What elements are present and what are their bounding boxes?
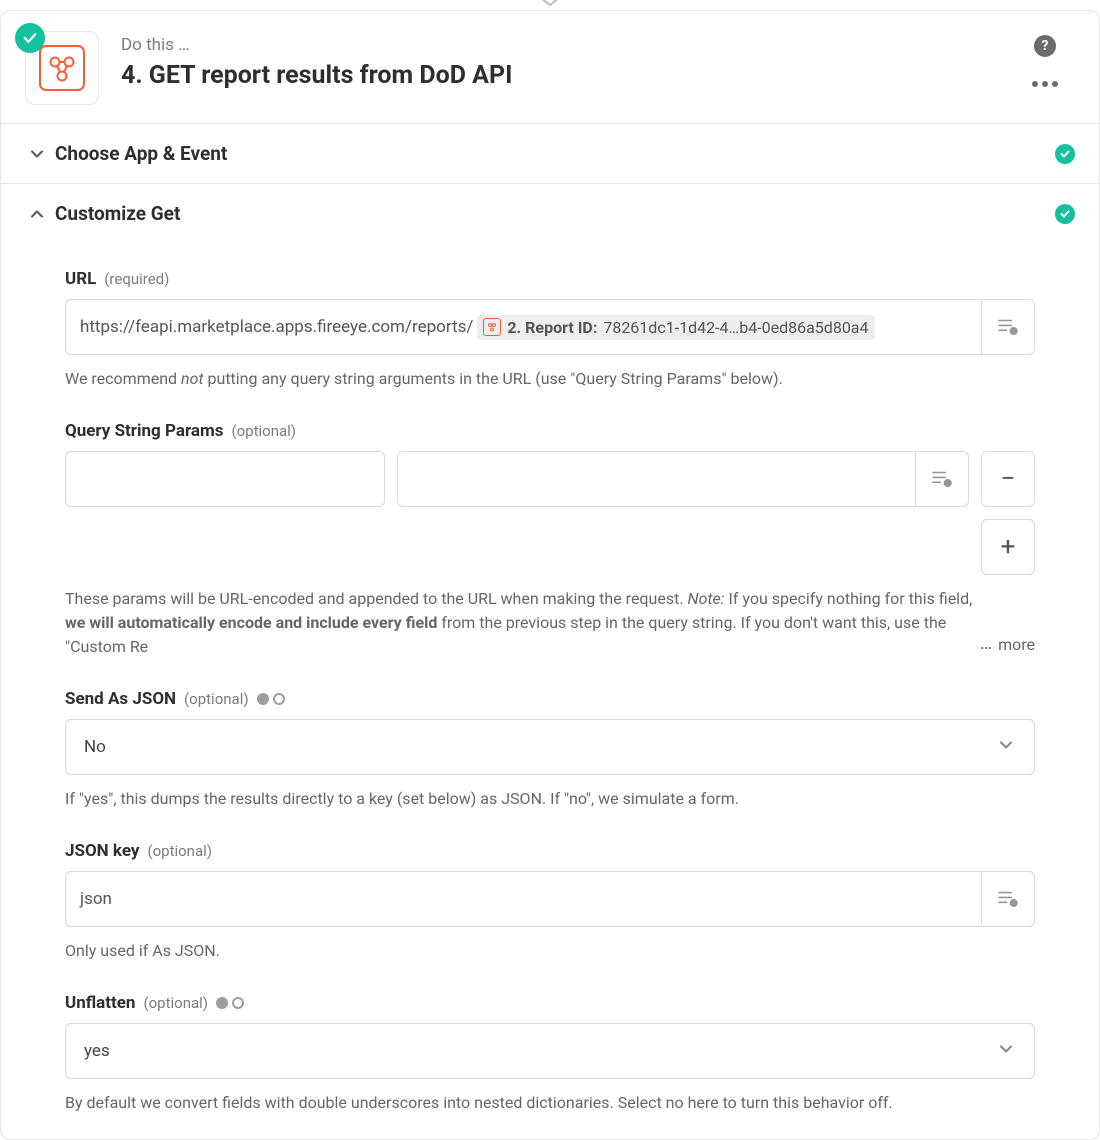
customize-get-section[interactable]: Customize Get [1,183,1099,243]
remove-param-button[interactable]: − [981,451,1035,507]
insert-data-button[interactable] [981,299,1035,355]
step-title: 4. GET report results from DoD API [121,61,1015,90]
bool-indicator-icon [216,997,244,1009]
app-icon-wrapper [25,31,99,105]
step-connector [0,0,1100,10]
help-icon[interactable]: ? [1034,35,1056,57]
add-param-button[interactable]: + [981,519,1035,575]
chevron-down-icon [25,144,49,164]
qsp-optional-tag: (optional) [231,422,296,440]
send-json-select[interactable]: No [65,719,1035,775]
pill-label: 2. Report ID: [507,318,597,337]
unflatten-field-group: Unflatten (optional) yes By default we c… [65,993,1035,1115]
url-required-tag: (required) [104,270,169,288]
insert-data-button[interactable] [981,871,1035,927]
url-input[interactable]: https://feapi.marketplace.apps.fireeye.c… [65,299,981,355]
section-complete-icon [1055,204,1075,224]
unflatten-value: yes [84,1041,110,1061]
more-link[interactable]: more [998,633,1035,659]
json-key-field-group: JSON key (optional) json Only used if As… [65,841,1035,963]
chevron-down-icon [996,1039,1016,1064]
json-key-input[interactable]: json [65,871,981,927]
step-subtitle: Do this … [121,35,1015,55]
qsp-label: Query String Params [65,421,223,441]
unflatten-label: Unflatten [65,993,135,1013]
json-key-optional-tag: (optional) [147,842,212,860]
send-json-value: No [84,737,106,757]
url-label: URL [65,269,96,289]
unflatten-select[interactable]: yes [65,1023,1035,1079]
customize-section-label: Customize Get [55,202,1075,225]
insert-data-button[interactable] [915,451,969,507]
section-complete-icon [1055,144,1075,164]
choose-app-event-section[interactable]: Choose App & Event [1,123,1099,183]
choose-section-label: Choose App & Event [55,142,1075,165]
more-menu-icon[interactable] [1032,81,1058,87]
step-card: Do this … 4. GET report results from DoD… [0,10,1100,1140]
chevron-up-icon [25,204,49,224]
send-json-help: If "yes", this dumps the results directl… [65,787,1035,811]
url-field-group: URL (required) https://feapi.marketplace… [65,269,1035,391]
qsp-value-input[interactable] [397,451,915,507]
url-value-prefix: https://feapi.marketplace.apps.fireeye.c… [80,317,473,337]
url-help-text: We recommend not putting any query strin… [65,367,1035,391]
json-key-label: JSON key [65,841,139,861]
unflatten-help: By default we convert fields with double… [65,1091,1035,1115]
pill-value: 78261dc1-1d42-4…b4-0ed86a5d80a4 [603,318,868,337]
success-badge-icon [15,23,45,53]
unflatten-optional-tag: (optional) [143,994,208,1012]
webhook-pill-icon [483,318,501,336]
url-mapped-pill[interactable]: 2. Report ID: 78261dc1-1d42-4…b4-0ed86a5… [477,315,874,340]
qsp-field-group: Query String Params (optional) − + [65,421,1035,659]
chevron-down-icon [996,735,1016,760]
bool-indicator-icon [257,693,285,705]
send-json-optional-tag: (optional) [184,690,249,708]
customize-form: URL (required) https://feapi.marketplace… [1,243,1099,1139]
json-key-value: json [80,889,112,909]
ellipsis-icon: … [980,630,992,659]
qsp-help-text: These params will be URL-encoded and app… [65,587,1035,659]
step-header: Do this … 4. GET report results from DoD… [1,11,1099,123]
json-key-help: Only used if As JSON. [65,939,1035,963]
send-json-field-group: Send As JSON (optional) No If "yes", thi… [65,689,1035,811]
send-json-label: Send As JSON [65,689,176,709]
qsp-key-input[interactable] [65,451,385,507]
